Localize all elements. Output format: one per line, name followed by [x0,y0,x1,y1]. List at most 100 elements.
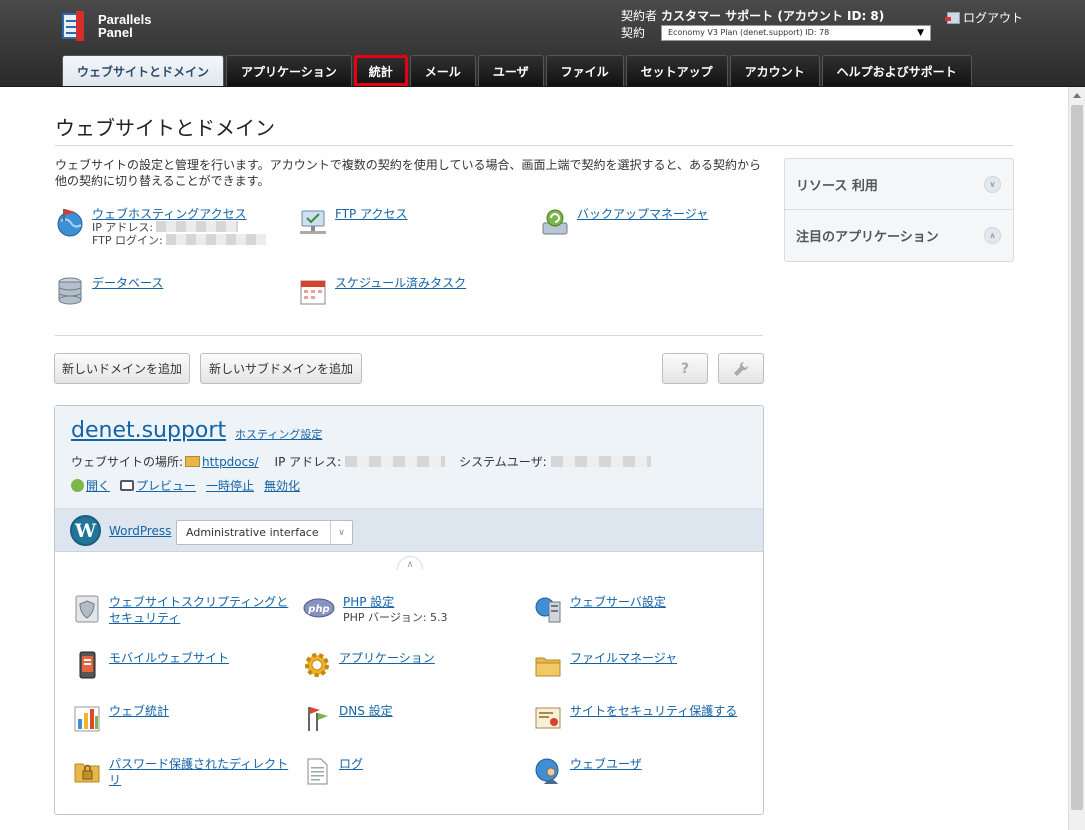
vertical-scrollbar[interactable] [1068,87,1085,830]
account-name: カスタマー サポート (アカウント ID: 8) [661,9,885,23]
backup-manager-link[interactable]: バックアップマネージャ [577,207,708,221]
domain-name-link[interactable]: denet.support [71,418,226,443]
parallels-logo[interactable]: Parallels Panel [62,11,152,41]
wordpress-icon: W [70,515,101,546]
preview-action[interactable]: プレビュー [120,477,196,494]
resource-usage-title: リソース 利用 [796,178,878,194]
chevron-up-icon[interactable]: ∧ [984,227,1001,244]
wordpress-select[interactable]: Administrative interface ∨ [176,520,353,545]
php-settings-link[interactable]: PHP 設定 [343,594,448,610]
open-icon [71,479,84,492]
tab-setup[interactable]: セットアップ [625,55,728,86]
ip-redacted [156,221,239,232]
tool-dns: DNS 設定 [303,703,393,733]
tool-web-users: ウェブユーザ [534,756,642,786]
mobile-website-link[interactable]: モバイルウェブサイト [109,650,229,666]
site-location-label: ウェブサイトの場所: [71,455,184,469]
collapse-toggle[interactable]: ∧ [397,556,423,570]
top-header: Parallels Panel 契約者 カスタマー サポート (アカウント ID… [0,0,1085,87]
preview-icon [120,480,135,491]
tab-applications[interactable]: アプリケーション [226,55,352,86]
protected-dirs-link-line2[interactable]: リ [109,772,288,788]
php-badge: php [307,604,329,615]
disable-link[interactable]: 無効化 [264,477,300,494]
scripting-link-line2[interactable]: セキュリティ [109,610,288,626]
add-domain-button[interactable]: 新しいドメインを追加 [54,353,190,384]
scroll-thumb[interactable] [1071,105,1083,810]
tool-webserver: ウェブサーバ設定 [534,594,666,624]
tab-statistics[interactable]: 統計 [353,55,408,86]
wordpress-select-value: Administrative interface [186,526,319,539]
suspend-link[interactable]: 一時停止 [206,477,254,494]
hosting-globe-icon [57,209,83,237]
ftp-access-link[interactable]: FTP アクセス [335,207,407,221]
secure-site-link[interactable]: サイトをセキュリティ保護する [570,703,737,719]
database-block: データベース [55,276,163,306]
tab-account[interactable]: アカウント [729,55,820,86]
help-button[interactable]: ? [662,353,708,384]
scripting-link-line1[interactable]: ウェブサイトスクリプティングと [109,594,288,610]
featured-apps-panel[interactable]: 注目のアプリケーション ∧ [785,210,1013,261]
tool-scripting: ウェブサイトスクリプティングと セキュリティ [73,594,288,626]
web-stats-link[interactable]: ウェブ統計 [109,703,169,719]
page-intro: ウェブサイトの設定と管理を行います。アカウントで複数の契約を使用している場合、画… [55,158,761,188]
preview-link[interactable]: プレビュー [136,477,196,494]
suspend-action[interactable]: 一時停止 [206,477,254,494]
protected-dirs-link-line1[interactable]: パスワード保護されたディレクト [109,756,288,772]
logout-icon [945,11,960,24]
account-info: 契約者 カスタマー サポート (アカウント ID: 8) 契約 Economy … [621,7,931,41]
disable-action[interactable]: 無効化 [264,477,300,494]
domain-actions: 開く プレビュー 一時停止 無効化 [71,477,300,494]
settings-button[interactable] [718,353,764,384]
tab-websites-domains[interactable]: ウェブサイトとドメイン [62,55,225,86]
hosting-access-link[interactable]: ウェブホスティングアクセス [92,207,247,221]
add-subdomain-button[interactable]: 新しいサブドメインを追加 [200,353,362,384]
hosting-settings-link[interactable]: ホスティング設定 [235,426,322,442]
calendar-icon [300,280,326,305]
wordpress-bar: W WordPress Administrative interface ∨ [55,509,763,552]
divider [55,335,763,336]
subscription-value: Economy V3 Plan (denet.support) ID: 78 [668,28,830,37]
tab-mail[interactable]: メール [409,55,476,86]
database-link[interactable]: データベース [92,276,163,290]
wrench-icon [734,361,749,376]
logout-link[interactable]: ログアウト [945,9,1023,26]
tool-file-manager: ファイルマネージャ [534,650,677,680]
mobile-icon [79,651,96,679]
web-users-link[interactable]: ウェブユーザ [570,756,642,772]
page-title: ウェブサイトとドメイン [55,116,275,140]
dns-flags-icon [308,707,328,731]
wordpress-link[interactable]: WordPress [109,524,171,538]
resource-usage-panel[interactable]: リソース 利用 ∨ [785,159,1013,210]
subscription-label: 契約 [621,26,646,40]
php-version: PHP バージョン: 5.3 [343,611,448,624]
subscription-select[interactable]: Economy V3 Plan (denet.support) ID: 78 ▼ [661,24,931,41]
backup-block: バックアップマネージャ [540,207,708,237]
chevron-up-icon: ∧ [406,560,414,570]
open-link[interactable]: 開く [86,477,110,494]
dns-settings-link[interactable]: DNS 設定 [339,703,393,719]
tab-files[interactable]: ファイル [545,55,624,86]
tab-help-support[interactable]: ヘルプおよびサポート [821,55,972,86]
domain-ip-label: IP アドレス: [274,455,342,469]
tool-php: php PHP 設定 PHP バージョン: 5.3 [303,594,448,626]
chevron-down-icon[interactable]: ∨ [984,175,1001,193]
backup-icon [542,209,568,235]
webserver-settings-link[interactable]: ウェブサーバ設定 [570,594,666,610]
logs-link[interactable]: ログ [339,756,363,772]
tab-users[interactable]: ユーザ [477,55,544,86]
lock-folder-icon [74,763,100,783]
scheduled-tasks-link[interactable]: スケジュール済みタスク [335,276,466,290]
open-action[interactable]: 開く [71,477,110,494]
site-location-link[interactable]: httpdocs/ [202,455,258,469]
divider [55,145,1013,146]
system-user-label: システムユーザ: [459,455,547,469]
applications-link[interactable]: アプリケーション [339,650,435,666]
ftp-login-label: FTP ログイン: [92,234,163,247]
scroll-up-icon[interactable] [1073,93,1081,98]
tool-mobile: モバイルウェブサイト [73,650,229,680]
domain-ip-redacted [345,456,446,467]
file-manager-link[interactable]: ファイルマネージャ [570,650,677,666]
right-sidebar: リソース 利用 ∨ 注目のアプリケーション ∧ [784,158,1014,262]
chevron-down-icon: ∨ [330,521,352,544]
